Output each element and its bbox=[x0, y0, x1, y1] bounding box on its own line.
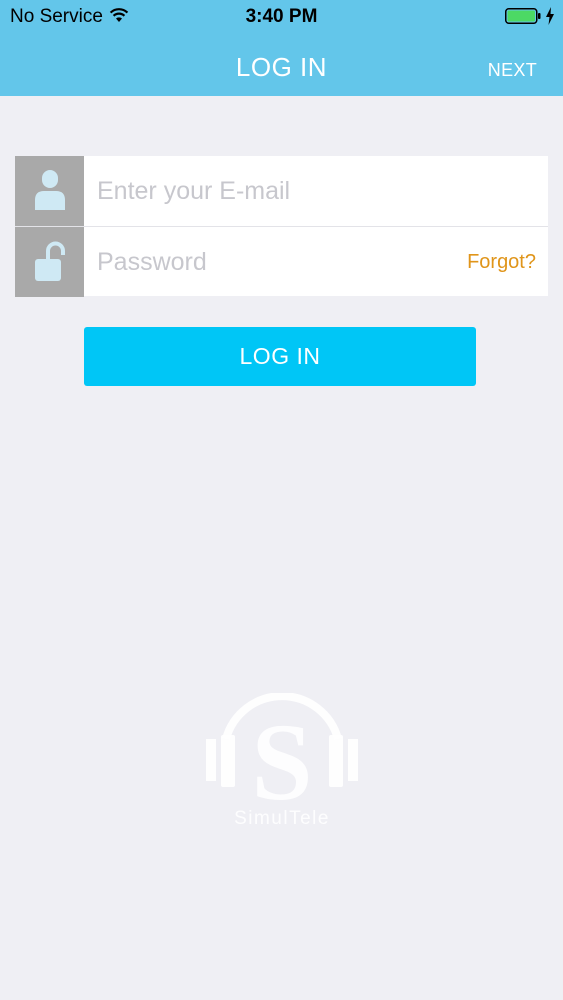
login-form: Forgot? bbox=[15, 156, 548, 297]
logo-letter: S bbox=[251, 701, 312, 823]
password-field[interactable] bbox=[97, 227, 457, 297]
clock: 3:40 PM bbox=[245, 6, 318, 27]
logo-text: SimulTele bbox=[234, 808, 330, 829]
user-icon bbox=[35, 170, 65, 210]
email-field[interactable] bbox=[97, 156, 457, 226]
simultele-logo: S SimulTele bbox=[206, 693, 358, 829]
page-title: LOG IN bbox=[235, 52, 328, 82]
battery-icon bbox=[505, 8, 541, 24]
email-row bbox=[15, 156, 548, 226]
status-bar: No Service 3:40 PM bbox=[0, 0, 563, 34]
charging-icon bbox=[546, 7, 554, 25]
password-row: Forgot? bbox=[15, 226, 548, 297]
email-icon-box bbox=[15, 156, 84, 226]
unlock-icon bbox=[35, 241, 65, 281]
next-button[interactable]: NEXT bbox=[488, 60, 537, 81]
password-icon-box bbox=[15, 227, 84, 297]
header: No Service 3:40 PM LOG IN NEXT bbox=[0, 0, 563, 96]
forgot-password-link[interactable]: Forgot? bbox=[467, 251, 536, 274]
login-button[interactable]: LOG IN bbox=[84, 327, 476, 386]
